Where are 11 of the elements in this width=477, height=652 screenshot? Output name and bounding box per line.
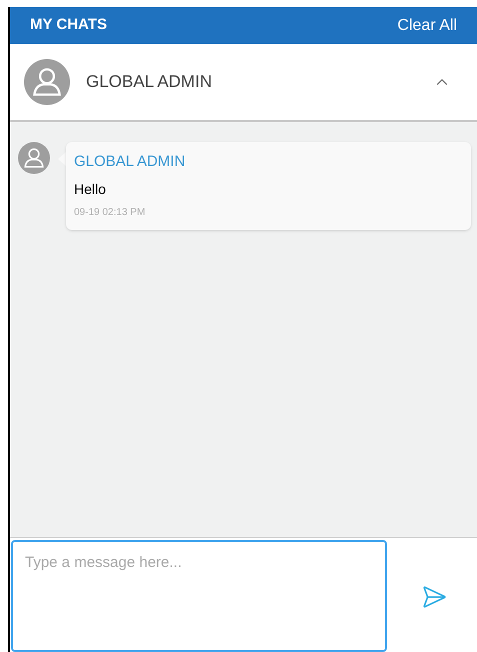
avatar-icon: [18, 142, 50, 174]
avatar-icon: [24, 59, 70, 105]
header-title: MY CHATS: [30, 15, 107, 36]
sender-name: GLOBAL ADMIN: [74, 152, 186, 172]
message-text: Hello: [74, 180, 106, 198]
clear-all-button[interactable]: Clear All: [397, 14, 457, 38]
contact-name: GLOBAL ADMIN: [86, 71, 212, 94]
message-input[interactable]: Type a message here...: [11, 540, 387, 652]
message-time: 09-19 02:13 PM: [74, 206, 146, 220]
send-button[interactable]: [421, 584, 447, 610]
send-icon: [421, 584, 447, 610]
